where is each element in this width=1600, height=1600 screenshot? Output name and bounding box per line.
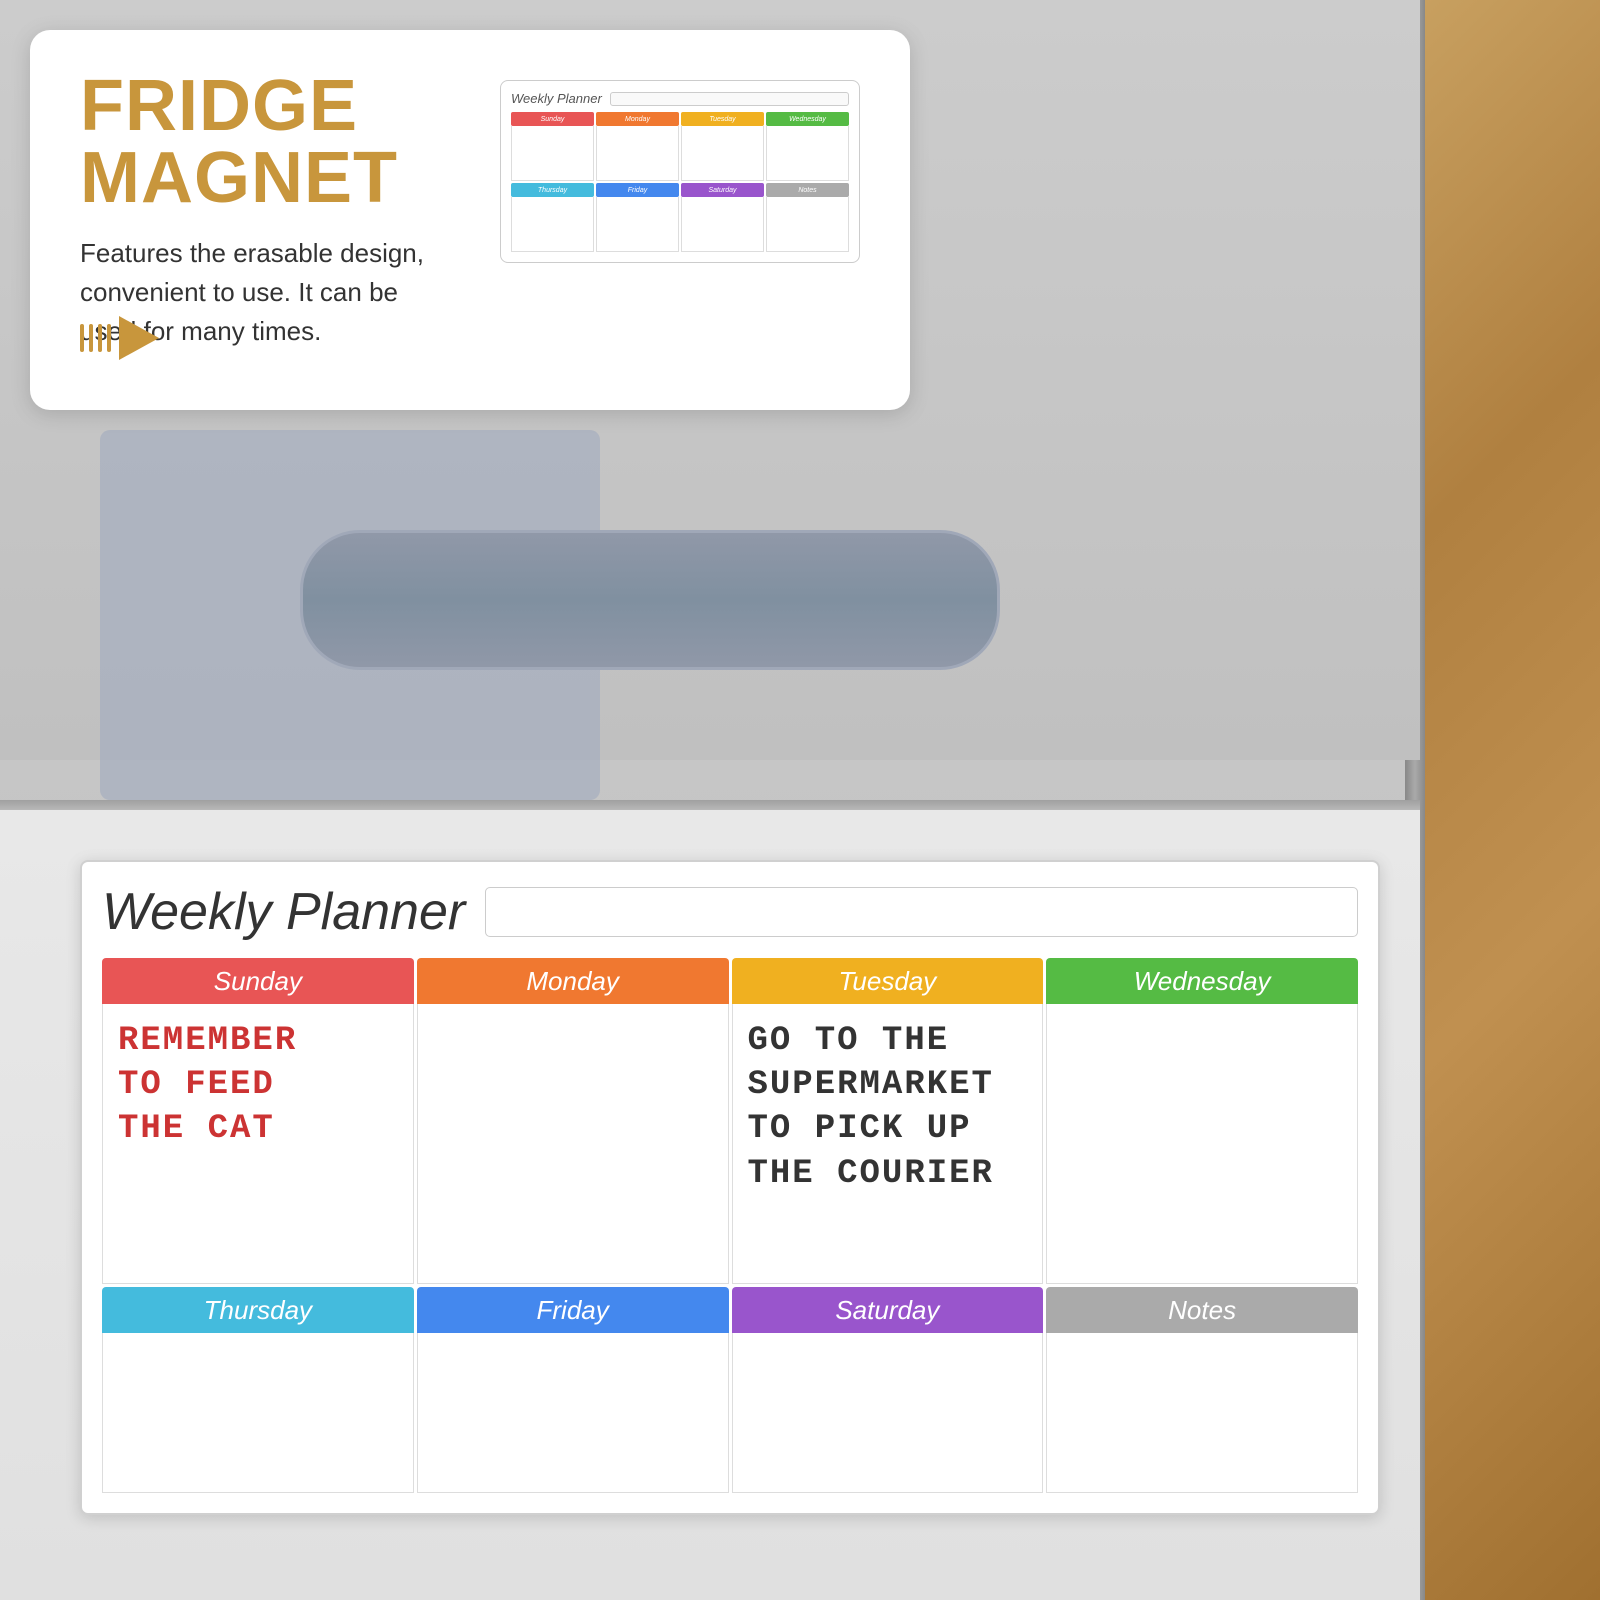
notes-header: Notes: [1046, 1287, 1358, 1333]
small-sunday-header: Sunday: [511, 112, 594, 126]
sunday-body: REMEMBERTO FEEDTHE CAT: [102, 1004, 414, 1284]
day-column-monday: Monday: [417, 958, 729, 1284]
main-planner-title: Weekly Planner: [102, 882, 465, 942]
main-planner-header: Weekly Planner: [102, 882, 1358, 942]
main-planner-input-box[interactable]: [485, 887, 1358, 937]
arrow-right-shape: [119, 316, 159, 360]
small-thursday-header: Thursday: [511, 183, 594, 197]
small-grid-top: Sunday Monday Tuesday Wednesday: [511, 112, 849, 181]
small-planner-input-box: [610, 92, 849, 106]
saturday-body: [732, 1333, 1044, 1493]
small-day-wednesday: Wednesday: [766, 112, 849, 181]
notes-label: Notes: [1168, 1295, 1236, 1326]
small-wednesday-header: Wednesday: [766, 112, 849, 126]
saturday-label: Saturday: [835, 1295, 939, 1326]
wood-panel: [1420, 0, 1600, 1600]
small-day-sunday: Sunday: [511, 112, 594, 181]
arrow-line-1: [80, 324, 84, 352]
friday-header: Friday: [417, 1287, 729, 1333]
days-grid-bottom: Thursday Friday Saturday Notes: [102, 1287, 1358, 1493]
small-notes-body: [766, 197, 849, 252]
thursday-body: [102, 1333, 414, 1493]
thursday-header: Thursday: [102, 1287, 414, 1333]
day-column-friday: Friday: [417, 1287, 729, 1493]
friday-body: [417, 1333, 729, 1493]
wednesday-header: Wednesday: [1046, 958, 1358, 1004]
small-tuesday-body: [681, 126, 764, 181]
saturday-header: Saturday: [732, 1287, 1044, 1333]
small-friday-body: [596, 197, 679, 252]
small-monday-body: [596, 126, 679, 181]
arrow-line-3: [98, 324, 102, 352]
promo-box: FRIDGE MAGNET Features the erasable desi…: [30, 30, 910, 410]
arrow-line-4: [107, 324, 111, 352]
small-grid-bottom: Thursday Friday Saturday Notes: [511, 183, 849, 252]
tuesday-note: GO TO THESUPERMARKETTO PICK UPTHE COURIE…: [748, 1019, 1028, 1196]
small-day-monday: Monday: [596, 112, 679, 181]
main-weekly-planner: Weekly Planner Sunday REMEMBERTO FEEDTHE…: [80, 860, 1380, 1515]
small-day-notes: Notes: [766, 183, 849, 252]
arrow-line-2: [89, 324, 93, 352]
small-planner-header: Weekly Planner: [511, 91, 849, 106]
arrow-icon: [80, 316, 159, 360]
small-day-thursday: Thursday: [511, 183, 594, 252]
small-planner-preview: Weekly Planner Sunday Monday Tuesday Wed…: [500, 80, 860, 263]
small-day-tuesday: Tuesday: [681, 112, 764, 181]
day-column-wednesday: Wednesday: [1046, 958, 1358, 1284]
small-tuesday-header: Tuesday: [681, 112, 764, 126]
promo-text-section: FRIDGE MAGNET Features the erasable desi…: [80, 70, 460, 351]
small-wednesday-body: [766, 126, 849, 181]
small-saturday-body: [681, 197, 764, 252]
small-notes-header: Notes: [766, 183, 849, 197]
day-column-thursday: Thursday: [102, 1287, 414, 1493]
day-column-saturday: Saturday: [732, 1287, 1044, 1493]
small-day-saturday: Saturday: [681, 183, 764, 252]
friday-label: Friday: [537, 1295, 609, 1326]
wednesday-body: [1046, 1004, 1358, 1284]
sunday-header: Sunday: [102, 958, 414, 1004]
drawer-handle: [300, 530, 1000, 670]
day-column-sunday: Sunday REMEMBERTO FEEDTHE CAT: [102, 958, 414, 1284]
tuesday-body: GO TO THESUPERMARKETTO PICK UPTHE COURIE…: [732, 1004, 1044, 1284]
small-sunday-body: [511, 126, 594, 181]
thursday-label: Thursday: [204, 1295, 312, 1326]
fridge-magnet-title: FRIDGE MAGNET: [80, 70, 460, 214]
tuesday-label: Tuesday: [838, 966, 936, 997]
notes-body: [1046, 1333, 1358, 1493]
sunday-label: Sunday: [214, 966, 302, 997]
small-friday-header: Friday: [596, 183, 679, 197]
small-day-friday: Friday: [596, 183, 679, 252]
monday-label: Monday: [526, 966, 619, 997]
day-column-tuesday: Tuesday GO TO THESUPERMARKETTO PICK UPTH…: [732, 958, 1044, 1284]
tuesday-header: Tuesday: [732, 958, 1044, 1004]
wednesday-label: Wednesday: [1134, 966, 1271, 997]
arrow-lines: [80, 324, 111, 352]
sunday-note: REMEMBERTO FEEDTHE CAT: [118, 1019, 398, 1152]
small-saturday-header: Saturday: [681, 183, 764, 197]
small-monday-header: Monday: [596, 112, 679, 126]
monday-body: [417, 1004, 729, 1284]
monday-header: Monday: [417, 958, 729, 1004]
small-thursday-body: [511, 197, 594, 252]
days-grid-top: Sunday REMEMBERTO FEEDTHE CAT Monday Tue…: [102, 958, 1358, 1284]
small-planner-title: Weekly Planner: [511, 91, 602, 106]
day-column-notes: Notes: [1046, 1287, 1358, 1493]
